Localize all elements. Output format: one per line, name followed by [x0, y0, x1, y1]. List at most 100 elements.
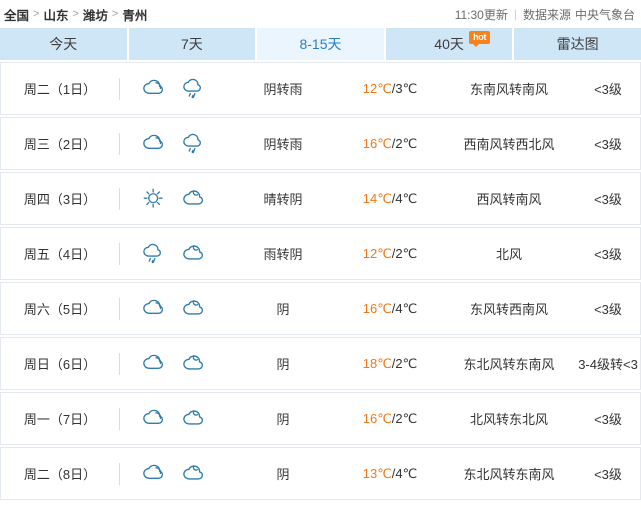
tab-40天[interactable]: 40天 hot [385, 28, 513, 60]
weather-description: 阴转雨 [263, 137, 303, 152]
high-temperature: 16℃ [362, 135, 392, 151]
hot-badge-icon: hot [469, 31, 491, 47]
tab-雷达图[interactable]: 雷达图 [514, 28, 641, 60]
wind-direction: 西风转南风 [476, 192, 542, 207]
wind-level: <3级 [594, 467, 622, 482]
breadcrumb-item-4[interactable]: 青州 [122, 5, 147, 24]
wind-level: <3级 [594, 192, 622, 207]
forecast-row: 周日（6日） 阴 18℃/2℃ 东北风转东南风 3-4级转<3 [0, 337, 641, 390]
forecast-date: 周六（5日） [23, 302, 97, 317]
tab-bar: 今天 7天 8-15天 40天 hot 雷达图 [0, 28, 641, 60]
cloudy-icon [137, 295, 171, 323]
weather-description: 阴 [276, 357, 290, 372]
breadcrumb-item-1[interactable]: 全国 [4, 5, 29, 24]
breadcrumb: 全国 > 山东 > 潍坊 > 青州 [4, 5, 147, 24]
tab-7天[interactable]: 7天 [128, 28, 256, 60]
tab-label: 40天 [434, 36, 464, 52]
low-temperature: 4℃ [395, 465, 418, 481]
breadcrumb-separator: > [33, 8, 40, 20]
cloudy-icon [137, 350, 171, 378]
weather-icons [120, 350, 228, 378]
temperature-range: 16℃/4℃ [338, 301, 442, 317]
breadcrumb-separator: > [111, 8, 119, 20]
top-bar: 全国 > 山东 > 潍坊 > 青州 11:30更新 | 数据来源 中央气象台 [0, 0, 641, 28]
forecast-row: 周一（7日） 阴 16℃/2℃ 北风转东北风 <3级 [0, 392, 641, 445]
wind-level: <3级 [594, 302, 622, 317]
wind-direction: 西南风转西北风 [463, 137, 555, 152]
wind-direction: 北风 [495, 247, 522, 262]
forecast-date: 周四（3日） [23, 192, 97, 207]
cloud-night-icon [177, 295, 211, 323]
cloud-night-icon [177, 460, 211, 488]
weather-description: 阴 [276, 467, 290, 482]
low-temperature: 2℃ [395, 355, 418, 371]
high-temperature: 12℃ [362, 245, 392, 261]
temperature-range: 18℃/2℃ [338, 356, 442, 372]
cloudy-icon [137, 460, 171, 488]
wind-level: <3级 [594, 247, 622, 262]
high-temperature: 13℃ [362, 465, 392, 481]
forecast-row: 周五（4日） 雨转阴 12℃/2℃ 北风 <3级 [0, 227, 641, 280]
forecast-date: 周一（7日） [23, 412, 97, 427]
forecast-date: 周二（8日） [23, 467, 97, 482]
wind-direction: 东北风转东南风 [463, 357, 555, 372]
weather-icons [120, 130, 228, 158]
high-temperature: 14℃ [362, 190, 392, 206]
forecast-row: 周四（3日） 晴转阴 14℃/4℃ 西风转南风 <3级 [0, 172, 641, 225]
tab-label: 雷达图 [556, 36, 599, 52]
weather-icons [120, 240, 228, 268]
low-temperature: 4℃ [395, 190, 418, 206]
weather-description: 阴 [276, 302, 290, 317]
wind-direction: 东风转西南风 [469, 302, 548, 317]
source-label: 数据来源 [522, 7, 571, 22]
breadcrumb-separator: > [72, 8, 79, 20]
tab-label: 7天 [180, 36, 203, 52]
sunny-icon [137, 185, 171, 213]
breadcrumb-item-2[interactable]: 山东 [43, 5, 68, 24]
temperature-range: 12℃/3℃ [338, 81, 442, 97]
tab-label: 今天 [49, 36, 78, 52]
forecast-date: 周日（6日） [23, 357, 97, 372]
low-temperature: 2℃ [395, 245, 418, 261]
source-name: 中央气象台 [574, 7, 635, 22]
cloud-night-icon [177, 405, 211, 433]
low-temperature: 2℃ [395, 410, 418, 426]
tab-8-15天[interactable]: 8-15天 [257, 28, 384, 60]
tab-今天[interactable]: 今天 [0, 28, 127, 60]
forecast-list: 周二（1日） 阴转雨 12℃/3℃ 东南风转南风 <3级 周三（2日） 阴转雨 16℃/2℃ 西… [0, 62, 641, 500]
wind-direction: 东北风转东南风 [463, 467, 555, 482]
forecast-date: 周二（1日） [23, 82, 97, 97]
update-time: 11:30更新 [454, 7, 508, 22]
cloudy-icon [137, 75, 171, 103]
forecast-row: 周六（5日） 阴 16℃/4℃ 东风转西南风 <3级 [0, 282, 641, 335]
forecast-date: 周三（2日） [23, 137, 97, 152]
low-temperature: 2℃ [395, 135, 418, 151]
breadcrumb-item-3[interactable]: 潍坊 [83, 5, 108, 24]
low-temperature: 3℃ [395, 80, 418, 96]
wind-level: 3-4级转<3 [578, 357, 638, 372]
temperature-range: 13℃/4℃ [338, 466, 442, 482]
meta-divider: | [513, 7, 517, 21]
weather-description: 阴 [276, 412, 290, 427]
wind-level: <3级 [594, 412, 622, 427]
rain-icon [137, 240, 171, 268]
high-temperature: 16℃ [362, 410, 392, 426]
weather-description: 雨转阴 [263, 247, 303, 262]
wind-level: <3级 [594, 82, 622, 97]
temperature-range: 12℃/2℃ [338, 246, 442, 262]
cloud-night-icon [177, 240, 211, 268]
rain-icon [177, 130, 211, 158]
high-temperature: 12℃ [362, 80, 392, 96]
temperature-range: 16℃/2℃ [338, 411, 442, 427]
weather-description: 晴转阴 [263, 192, 303, 207]
tab-label: 8-15天 [299, 36, 342, 52]
low-temperature: 4℃ [395, 300, 418, 316]
cloud-night-icon [177, 185, 211, 213]
wind-direction: 东南风转南风 [469, 82, 548, 97]
forecast-date: 周五（4日） [23, 247, 97, 262]
high-temperature: 16℃ [362, 300, 392, 316]
header-meta: 11:30更新 | 数据来源 中央气象台 [455, 6, 635, 23]
temperature-range: 14℃/4℃ [338, 191, 442, 207]
forecast-row: 周二（1日） 阴转雨 12℃/3℃ 东南风转南风 <3级 [0, 62, 641, 115]
high-temperature: 18℃ [362, 355, 392, 371]
